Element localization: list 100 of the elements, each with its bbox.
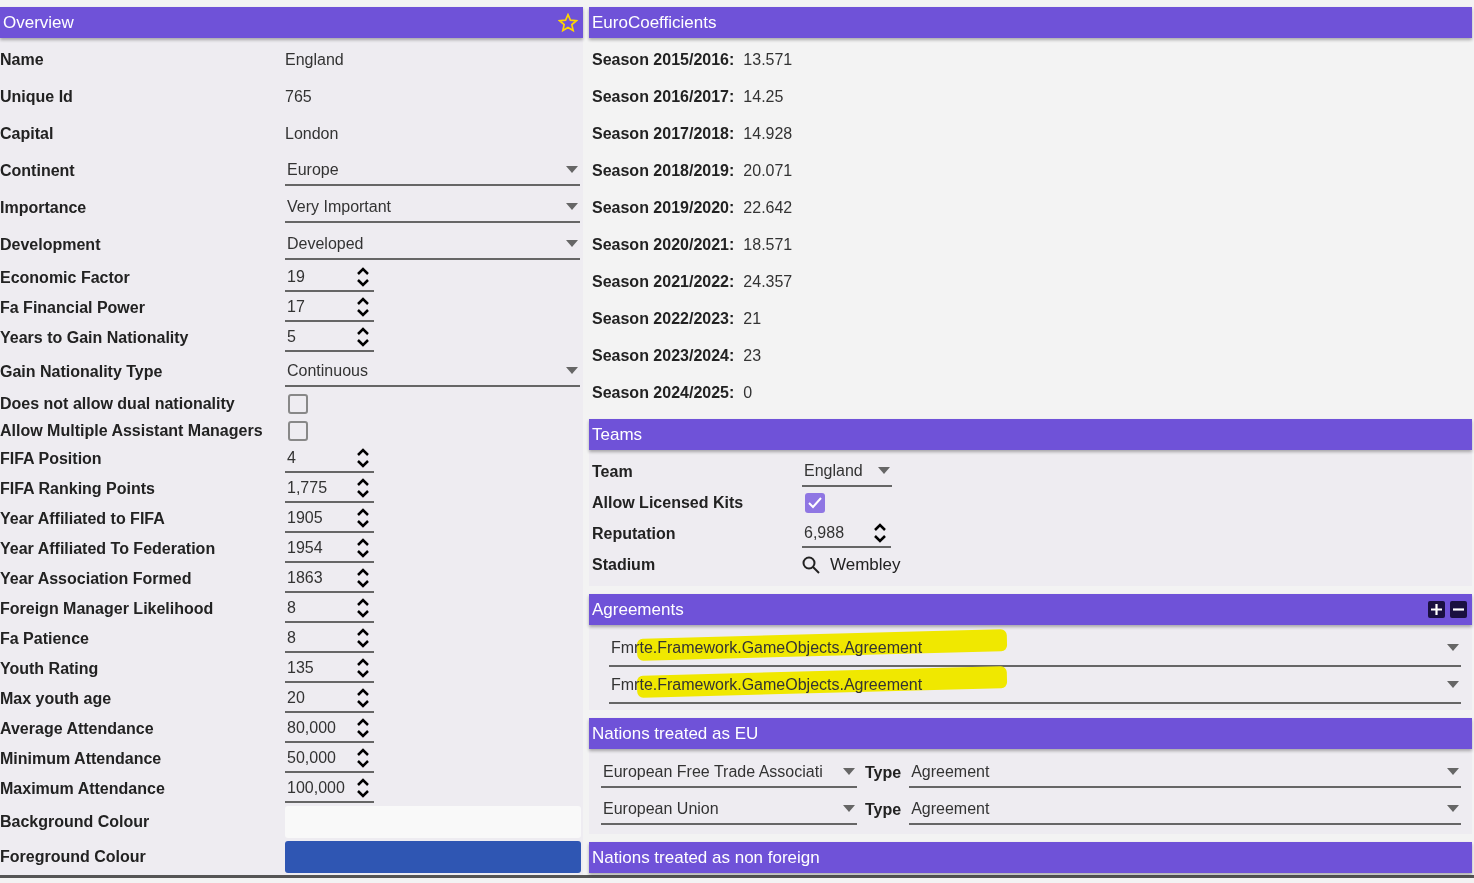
field-label: Does not allow dual nationality <box>0 393 236 414</box>
field-label: Years to Gain Nationality <box>0 328 190 348</box>
number-spinner[interactable]: 8 <box>285 625 374 653</box>
number-spinner[interactable]: 19 <box>285 264 374 292</box>
search-result-link[interactable]: Wembley <box>830 551 901 578</box>
field-label: Continent <box>0 160 76 181</box>
type-label: Type <box>865 762 902 783</box>
field-label: FIFA Position <box>0 449 103 469</box>
number-spinner[interactable]: 4 <box>285 445 374 473</box>
caret-icon <box>1447 805 1459 812</box>
field-label: Average Attendance <box>0 719 155 739</box>
caret-icon <box>1447 768 1459 775</box>
coefficient-value: 18.571 <box>743 234 793 255</box>
field-label: Allow Multiple Assistant Managers <box>0 420 264 441</box>
number-spinner[interactable]: 6,988 <box>802 519 891 548</box>
season-label: Season 2022/2023: <box>592 308 735 329</box>
season-label: Season 2016/2017: <box>592 86 735 107</box>
field-label: Maximum Attendance <box>0 779 166 799</box>
number-spinner[interactable]: 5 <box>285 324 374 352</box>
panel-title: Agreements <box>592 598 685 621</box>
field-label: Gain Nationality Type <box>0 361 164 382</box>
field-value: London <box>285 123 339 144</box>
field-label: FIFA Ranking Points <box>0 479 156 499</box>
caret-icon <box>1447 681 1459 688</box>
coefficient-value: 20.071 <box>743 160 793 181</box>
coefficient-value: 22.642 <box>743 197 793 218</box>
panel-title: Nations treated as non foreign <box>592 846 821 869</box>
color-swatch[interactable] <box>285 840 581 873</box>
dropdown[interactable]: Europe <box>285 155 580 186</box>
remove-button[interactable] <box>1450 601 1467 618</box>
number-spinner[interactable]: 80,000 <box>285 715 374 743</box>
coefficient-value: 0 <box>743 382 753 403</box>
coefficient-value: 14.25 <box>743 86 784 107</box>
number-spinner[interactable]: 1,775 <box>285 475 374 503</box>
dropdown[interactable]: Agreement <box>909 794 1461 825</box>
caret-icon <box>566 240 578 247</box>
checkbox[interactable] <box>805 492 825 513</box>
dropdown[interactable]: Very Important <box>285 192 580 223</box>
number-spinner[interactable]: 8 <box>285 595 374 623</box>
field-label: Background Colour <box>0 811 151 832</box>
field-label: Foreground Colour <box>0 846 147 867</box>
panel-title: Overview <box>3 11 75 34</box>
field-label: Reputation <box>592 523 677 544</box>
season-label: Season 2024/2025: <box>592 382 735 403</box>
checkbox[interactable] <box>288 393 308 414</box>
field-label: Importance <box>0 197 88 218</box>
number-spinner[interactable]: 100,000 <box>285 775 374 803</box>
number-spinner[interactable]: 50,000 <box>285 745 374 773</box>
season-label: Season 2018/2019: <box>592 160 735 181</box>
field-label: Fa Patience <box>0 629 90 649</box>
field-value: England <box>285 49 344 70</box>
caret-icon <box>843 805 855 812</box>
coefficient-value: 24.357 <box>743 271 793 292</box>
field-label: Team <box>592 461 634 482</box>
number-spinner[interactable]: 17 <box>285 294 374 322</box>
dropdown[interactable]: Continuous <box>285 356 580 387</box>
number-spinner[interactable]: 135 <box>285 655 374 683</box>
caret-icon <box>566 203 578 210</box>
coefficient-value: 21 <box>743 308 762 329</box>
search-icon <box>802 555 820 574</box>
field-label: Youth Rating <box>0 659 100 679</box>
field-label: Minimum Attendance <box>0 749 163 769</box>
field-label: Allow Licensed Kits <box>592 492 745 513</box>
season-label: Season 2020/2021: <box>592 234 735 255</box>
coefficient-value: 23 <box>743 345 762 366</box>
season-label: Season 2015/2016: <box>592 49 735 70</box>
field-label: Unique Id <box>0 86 74 107</box>
star-icon[interactable] <box>558 12 578 33</box>
field-label: Year Affiliated to FIFA <box>0 509 166 529</box>
field-label: Max youth age <box>0 689 113 709</box>
checkbox[interactable] <box>288 420 308 441</box>
dropdown[interactable]: European Free Trade Associati <box>601 757 857 788</box>
dropdown[interactable]: European Union <box>601 794 857 825</box>
field-label: Year Association Formed <box>0 569 193 589</box>
dropdown[interactable]: Developed <box>285 229 580 260</box>
dropdown[interactable]: Agreement <box>909 757 1461 788</box>
season-label: Season 2017/2018: <box>592 123 735 144</box>
coefficient-value: 13.571 <box>743 49 793 70</box>
type-label: Type <box>865 799 902 820</box>
field-label: Economic Factor <box>0 268 131 288</box>
field-label: Capital <box>0 123 55 144</box>
panel-title: Teams <box>592 423 644 446</box>
number-spinner[interactable]: 1954 <box>285 535 374 563</box>
season-label: Season 2019/2020: <box>592 197 735 218</box>
field-label: Fa Financial Power <box>0 298 146 318</box>
season-label: Season 2021/2022: <box>592 271 735 292</box>
coefficient-value: 14.928 <box>743 123 793 144</box>
field-label: Stadium <box>592 554 657 575</box>
dropdown[interactable]: England <box>802 456 892 487</box>
number-spinner[interactable]: 1905 <box>285 505 374 533</box>
caret-icon <box>566 367 578 374</box>
field-label: Development <box>0 234 102 255</box>
caret-icon <box>843 768 855 775</box>
panel-title: EuroCoefficients <box>592 11 718 34</box>
field-label: Foreign Manager Likelihood <box>0 599 215 619</box>
field-value: 765 <box>285 86 312 107</box>
number-spinner[interactable]: 20 <box>285 685 374 713</box>
number-spinner[interactable]: 1863 <box>285 565 374 593</box>
add-button[interactable] <box>1428 601 1445 618</box>
field-label: Year Affiliated To Federation <box>0 539 217 559</box>
